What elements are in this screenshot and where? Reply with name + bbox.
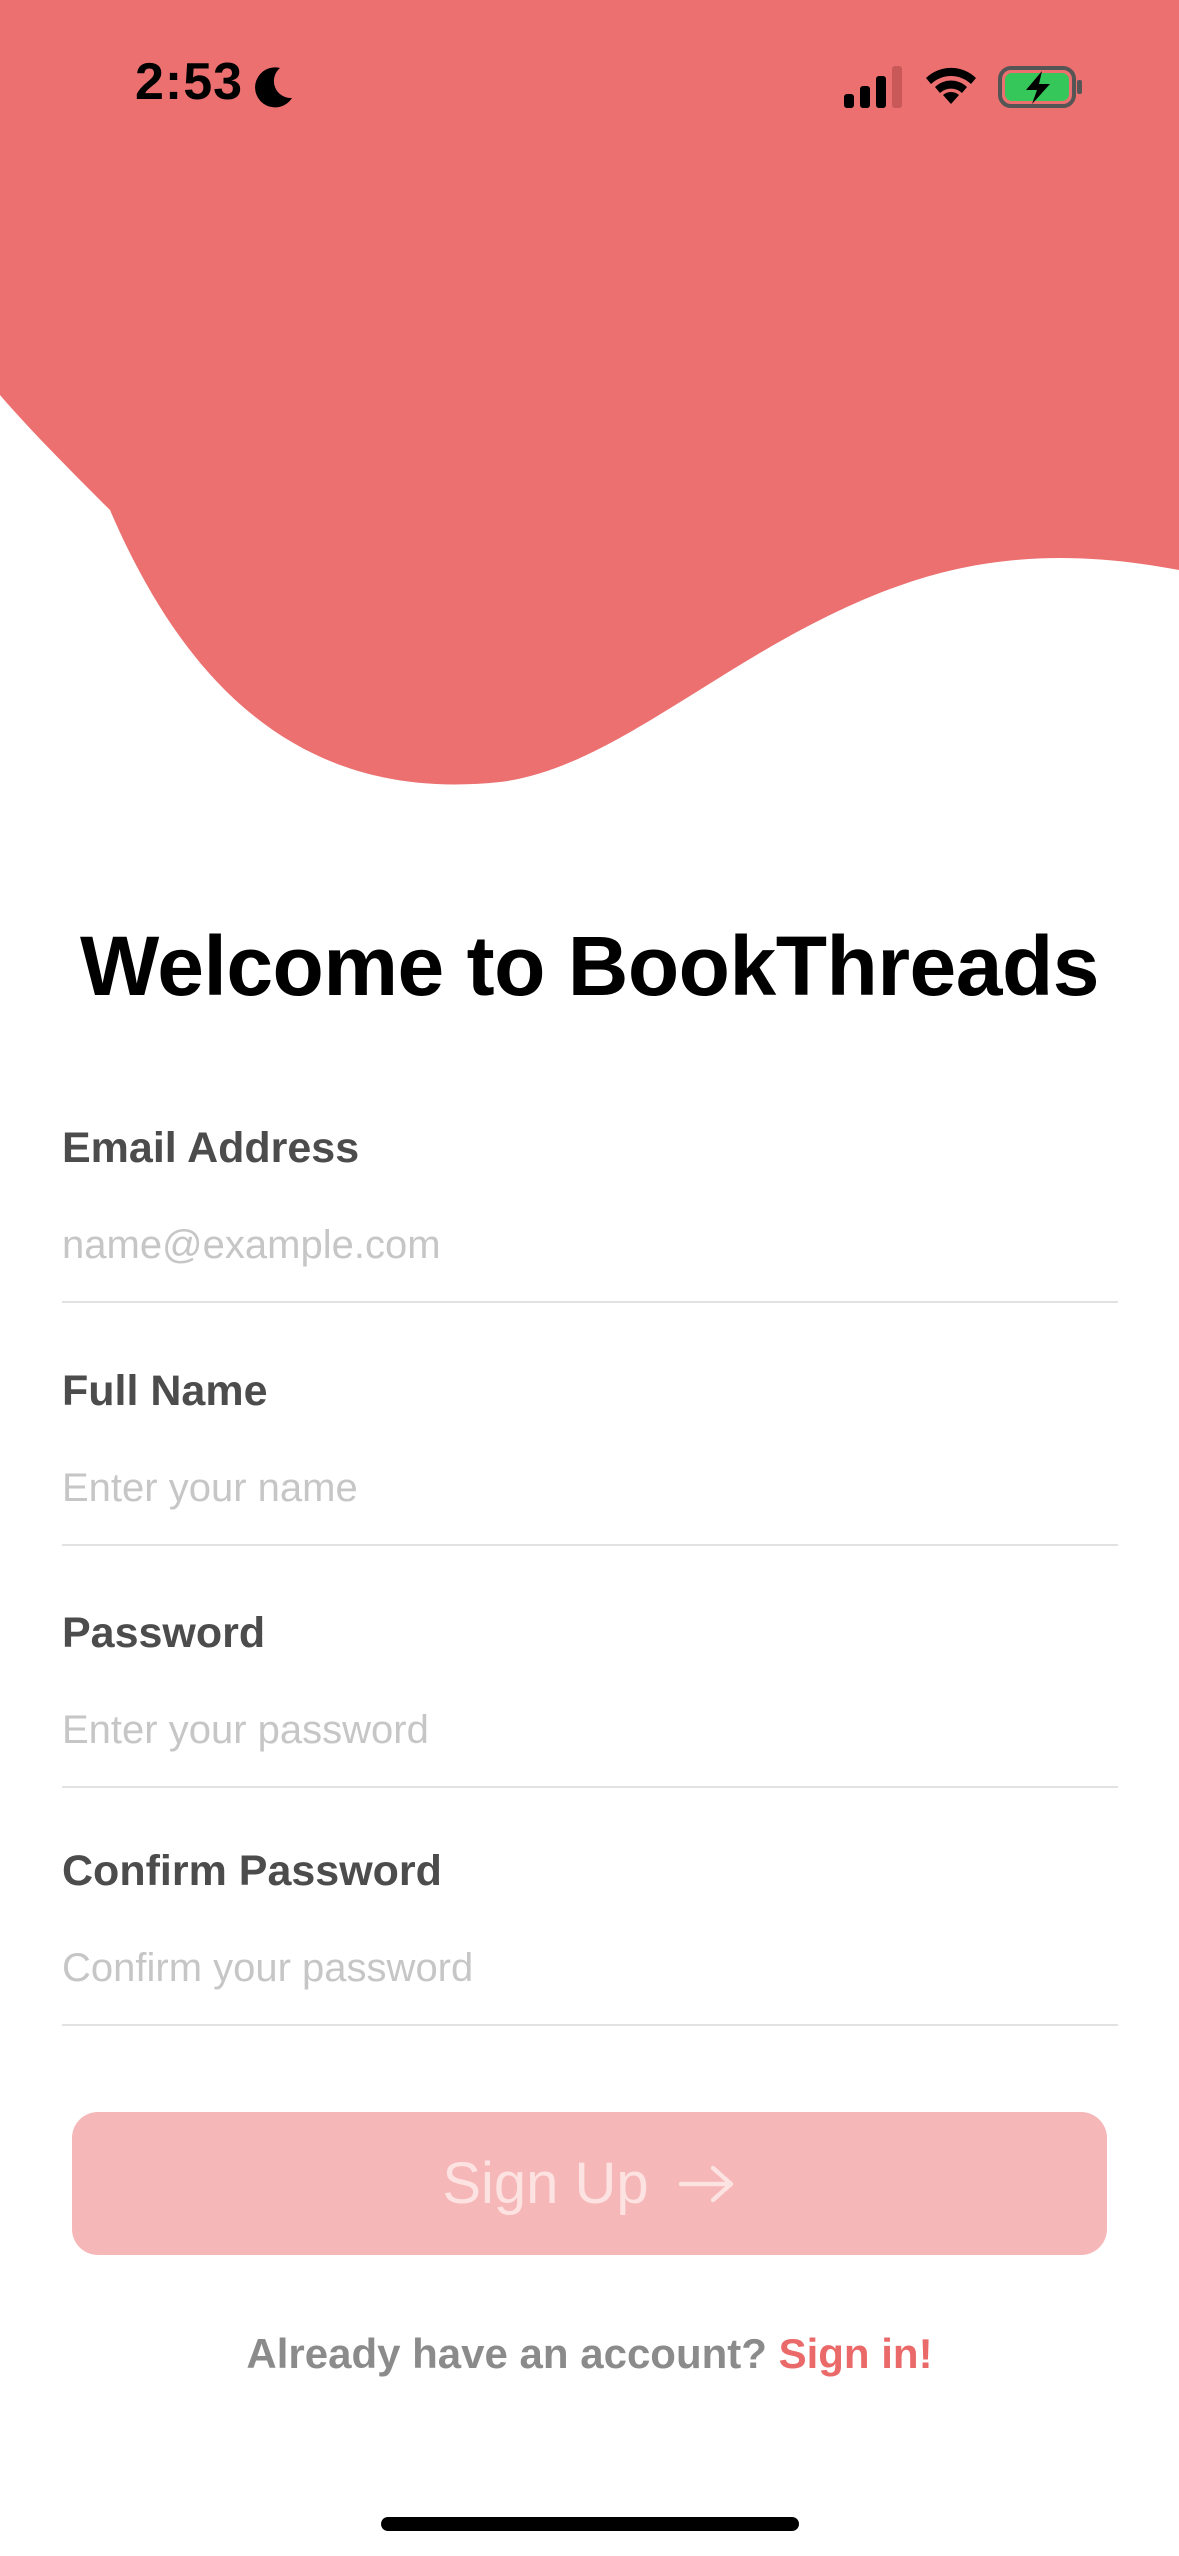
moon-icon: [255, 67, 292, 108]
wifi-icon: [926, 67, 976, 104]
email-field-group: Email Address: [62, 1124, 1118, 1303]
signin-row: Already have an account? Sign in!: [0, 2330, 1179, 2378]
email-field[interactable]: [62, 1213, 1118, 1277]
home-indicator[interactable]: [381, 2517, 799, 2531]
confirm-password-field-group: Confirm Password: [62, 1847, 1118, 2026]
page-title: Welcome to BookThreads: [80, 919, 1099, 1013]
full-name-divider: [62, 1544, 1118, 1546]
signup-button-label: Sign Up: [442, 2151, 649, 2216]
email-divider: [62, 1301, 1118, 1303]
password-field[interactable]: [62, 1698, 1118, 1762]
password-divider: [62, 1786, 1118, 1788]
battery-charging-icon: [998, 66, 1082, 108]
status-bar: 2:53: [0, 0, 1179, 175]
signin-link[interactable]: Sign in!: [779, 2330, 933, 2377]
signup-button[interactable]: Sign Up: [72, 2112, 1107, 2255]
full-name-field-group: Full Name: [62, 1367, 1118, 1546]
signin-prompt: Already have an account?: [246, 2330, 767, 2377]
password-field-group: Password: [62, 1609, 1118, 1788]
email-label: Email Address: [62, 1124, 360, 1172]
arrow-right-icon: [678, 2165, 733, 2202]
cellular-signal-icon: [844, 66, 902, 108]
password-label: Password: [62, 1609, 266, 1657]
confirm-password-divider: [62, 2024, 1118, 2026]
full-name-label: Full Name: [62, 1367, 268, 1415]
status-time: 2:53: [135, 53, 244, 111]
confirm-password-label: Confirm Password: [62, 1847, 442, 1895]
full-name-field[interactable]: [62, 1456, 1118, 1520]
confirm-password-field[interactable]: [62, 1936, 1118, 2000]
